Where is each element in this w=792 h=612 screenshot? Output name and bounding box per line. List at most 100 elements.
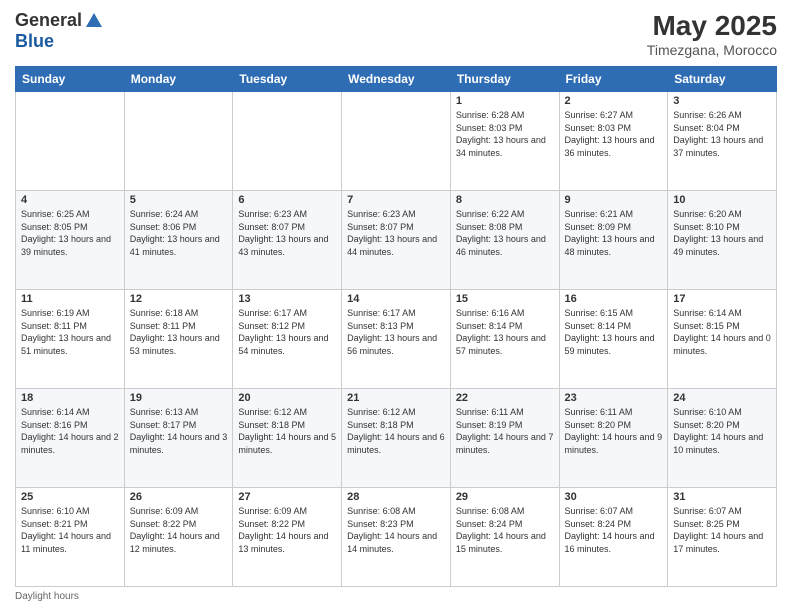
calendar-day-header: Thursday	[450, 67, 559, 92]
day-info: Sunrise: 6:13 AMSunset: 8:17 PMDaylight:…	[130, 406, 228, 456]
day-number: 29	[456, 491, 554, 503]
day-info: Sunrise: 6:07 AMSunset: 8:24 PMDaylight:…	[565, 505, 663, 555]
day-number: 26	[130, 491, 228, 503]
day-info: Sunrise: 6:10 AMSunset: 8:21 PMDaylight:…	[21, 505, 119, 555]
calendar-cell: 11Sunrise: 6:19 AMSunset: 8:11 PMDayligh…	[16, 290, 125, 389]
day-number: 20	[238, 392, 336, 404]
calendar-cell: 30 Sunrise: 6:07 AMSunset: 8:24 PMDayligh…	[559, 488, 668, 587]
day-number: 10	[673, 194, 771, 206]
day-number: 22	[456, 392, 554, 404]
header: General Blue May 2025 Timezgana, Morocco	[15, 10, 777, 58]
day-info: Sunrise: 6:09 AMSunset: 8:22 PMDaylight:…	[130, 505, 228, 555]
day-info: Sunrise: 6:18 AMSunset: 8:11 PMDaylight:…	[130, 307, 228, 357]
day-info: Sunrise: 6:23 AMSunset: 8:07 PMDaylight:…	[238, 208, 336, 258]
calendar-cell: 16Sunrise: 6:15 AMSunset: 8:14 PMDayligh…	[559, 290, 668, 389]
page: General Blue May 2025 Timezgana, Morocco…	[0, 0, 792, 612]
calendar-cell: 27Sunrise: 6:09 AMSunset: 8:22 PMDayligh…	[233, 488, 342, 587]
calendar-cell: 31Sunrise: 6:07 AMSunset: 8:25 PMDayligh…	[668, 488, 777, 587]
calendar-cell: 14 Sunrise: 6:17 AMSunset: 8:13 PMDayligh…	[342, 290, 451, 389]
calendar-cell	[233, 92, 342, 191]
day-number: 28	[347, 491, 445, 503]
calendar-cell: 20 Sunrise: 6:12 AMSunset: 8:18 PMDayligh…	[233, 389, 342, 488]
day-number: 21	[347, 392, 445, 404]
day-number: 5	[130, 194, 228, 206]
calendar-cell: 4 Sunrise: 6:25 AMSunset: 8:05 PMDaylight…	[16, 191, 125, 290]
day-info: Sunrise: 6:17 AMSunset: 8:12 PMDaylight:…	[238, 307, 336, 357]
day-info: Sunrise: 6:08 AMSunset: 8:24 PMDaylight:…	[456, 505, 554, 555]
calendar-cell: 22Sunrise: 6:11 AMSunset: 8:19 PMDayligh…	[450, 389, 559, 488]
calendar-week-row: 25 Sunrise: 6:10 AMSunset: 8:21 PMDayligh…	[16, 488, 777, 587]
day-number: 30	[565, 491, 663, 503]
day-info: Sunrise: 6:14 AMSunset: 8:16 PMDaylight:…	[21, 406, 119, 456]
calendar-cell: 2 Sunrise: 6:27 AMSunset: 8:03 PMDaylight…	[559, 92, 668, 191]
day-number: 13	[238, 293, 336, 305]
day-info: Sunrise: 6:22 AMSunset: 8:08 PMDaylight:…	[456, 208, 554, 258]
day-info: Sunrise: 6:15 AMSunset: 8:14 PMDaylight:…	[565, 307, 663, 357]
day-info: Sunrise: 6:10 AMSunset: 8:20 PMDaylight:…	[673, 406, 771, 456]
calendar-cell: 18 Sunrise: 6:14 AMSunset: 8:16 PMDayligh…	[16, 389, 125, 488]
day-number: 7	[347, 194, 445, 206]
logo: General Blue	[15, 10, 104, 52]
logo-text: General	[15, 10, 104, 31]
calendar-week-row: 1Sunrise: 6:28 AMSunset: 8:03 PMDaylight…	[16, 92, 777, 191]
calendar-cell: 17 Sunrise: 6:14 AMSunset: 8:15 PMDayligh…	[668, 290, 777, 389]
day-info: Sunrise: 6:12 AMSunset: 8:18 PMDaylight:…	[347, 406, 445, 456]
day-info: Sunrise: 6:17 AMSunset: 8:13 PMDaylight:…	[347, 307, 445, 357]
day-info: Sunrise: 6:07 AMSunset: 8:25 PMDaylight:…	[673, 505, 771, 555]
calendar-week-row: 4 Sunrise: 6:25 AMSunset: 8:05 PMDaylight…	[16, 191, 777, 290]
calendar-cell: 12 Sunrise: 6:18 AMSunset: 8:11 PMDayligh…	[124, 290, 233, 389]
subtitle: Timezgana, Morocco	[647, 42, 777, 58]
day-info: Sunrise: 6:26 AMSunset: 8:04 PMDaylight:…	[673, 109, 771, 159]
calendar-cell: 7 Sunrise: 6:23 AMSunset: 8:07 PMDaylight…	[342, 191, 451, 290]
day-info: Sunrise: 6:23 AMSunset: 8:07 PMDaylight:…	[347, 208, 445, 258]
day-info: Sunrise: 6:12 AMSunset: 8:18 PMDaylight:…	[238, 406, 336, 456]
day-info: Sunrise: 6:19 AMSunset: 8:11 PMDaylight:…	[21, 307, 119, 357]
calendar-cell: 10 Sunrise: 6:20 AMSunset: 8:10 PMDayligh…	[668, 191, 777, 290]
calendar-day-header: Friday	[559, 67, 668, 92]
calendar-day-header: Tuesday	[233, 67, 342, 92]
day-number: 14	[347, 293, 445, 305]
day-number: 18	[21, 392, 119, 404]
day-info: Sunrise: 6:16 AMSunset: 8:14 PMDaylight:…	[456, 307, 554, 357]
day-number: 19	[130, 392, 228, 404]
calendar-day-header: Wednesday	[342, 67, 451, 92]
calendar-week-row: 11Sunrise: 6:19 AMSunset: 8:11 PMDayligh…	[16, 290, 777, 389]
day-info: Sunrise: 6:14 AMSunset: 8:15 PMDaylight:…	[673, 307, 771, 357]
day-number: 4	[21, 194, 119, 206]
day-number: 25	[21, 491, 119, 503]
calendar-cell	[124, 92, 233, 191]
day-number: 27	[238, 491, 336, 503]
day-number: 24	[673, 392, 771, 404]
calendar-cell	[342, 92, 451, 191]
month-title: May 2025	[647, 10, 777, 42]
day-info: Sunrise: 6:27 AMSunset: 8:03 PMDaylight:…	[565, 109, 663, 159]
day-number: 1	[456, 95, 554, 107]
calendar-cell: 6 Sunrise: 6:23 AMSunset: 8:07 PMDaylight…	[233, 191, 342, 290]
logo-icon	[84, 11, 104, 31]
calendar-cell: 25 Sunrise: 6:10 AMSunset: 8:21 PMDayligh…	[16, 488, 125, 587]
day-info: Sunrise: 6:20 AMSunset: 8:10 PMDaylight:…	[673, 208, 771, 258]
calendar-cell: 24 Sunrise: 6:10 AMSunset: 8:20 PMDayligh…	[668, 389, 777, 488]
calendar-cell: 29 Sunrise: 6:08 AMSunset: 8:24 PMDayligh…	[450, 488, 559, 587]
day-info: Sunrise: 6:24 AMSunset: 8:06 PMDaylight:…	[130, 208, 228, 258]
day-number: 2	[565, 95, 663, 107]
day-info: Sunrise: 6:25 AMSunset: 8:05 PMDaylight:…	[21, 208, 119, 258]
calendar-cell: 21 Sunrise: 6:12 AMSunset: 8:18 PMDayligh…	[342, 389, 451, 488]
day-number: 17	[673, 293, 771, 305]
day-number: 12	[130, 293, 228, 305]
logo-general-text: General	[15, 10, 82, 31]
calendar-cell: 8Sunrise: 6:22 AMSunset: 8:08 PMDaylight…	[450, 191, 559, 290]
calendar-week-row: 18 Sunrise: 6:14 AMSunset: 8:16 PMDayligh…	[16, 389, 777, 488]
footer-note: Daylight hours	[15, 591, 777, 602]
calendar-cell: 5 Sunrise: 6:24 AMSunset: 8:06 PMDaylight…	[124, 191, 233, 290]
title-area: May 2025 Timezgana, Morocco	[647, 10, 777, 58]
calendar-day-header: Monday	[124, 67, 233, 92]
calendar-day-header: Sunday	[16, 67, 125, 92]
logo-blue-text: Blue	[15, 31, 54, 52]
calendar-cell: 15Sunrise: 6:16 AMSunset: 8:14 PMDayligh…	[450, 290, 559, 389]
calendar-cell: 23Sunrise: 6:11 AMSunset: 8:20 PMDayligh…	[559, 389, 668, 488]
calendar-cell: 26 Sunrise: 6:09 AMSunset: 8:22 PMDayligh…	[124, 488, 233, 587]
day-number: 6	[238, 194, 336, 206]
day-info: Sunrise: 6:11 AMSunset: 8:20 PMDaylight:…	[565, 406, 663, 456]
calendar-cell: 28Sunrise: 6:08 AMSunset: 8:23 PMDayligh…	[342, 488, 451, 587]
